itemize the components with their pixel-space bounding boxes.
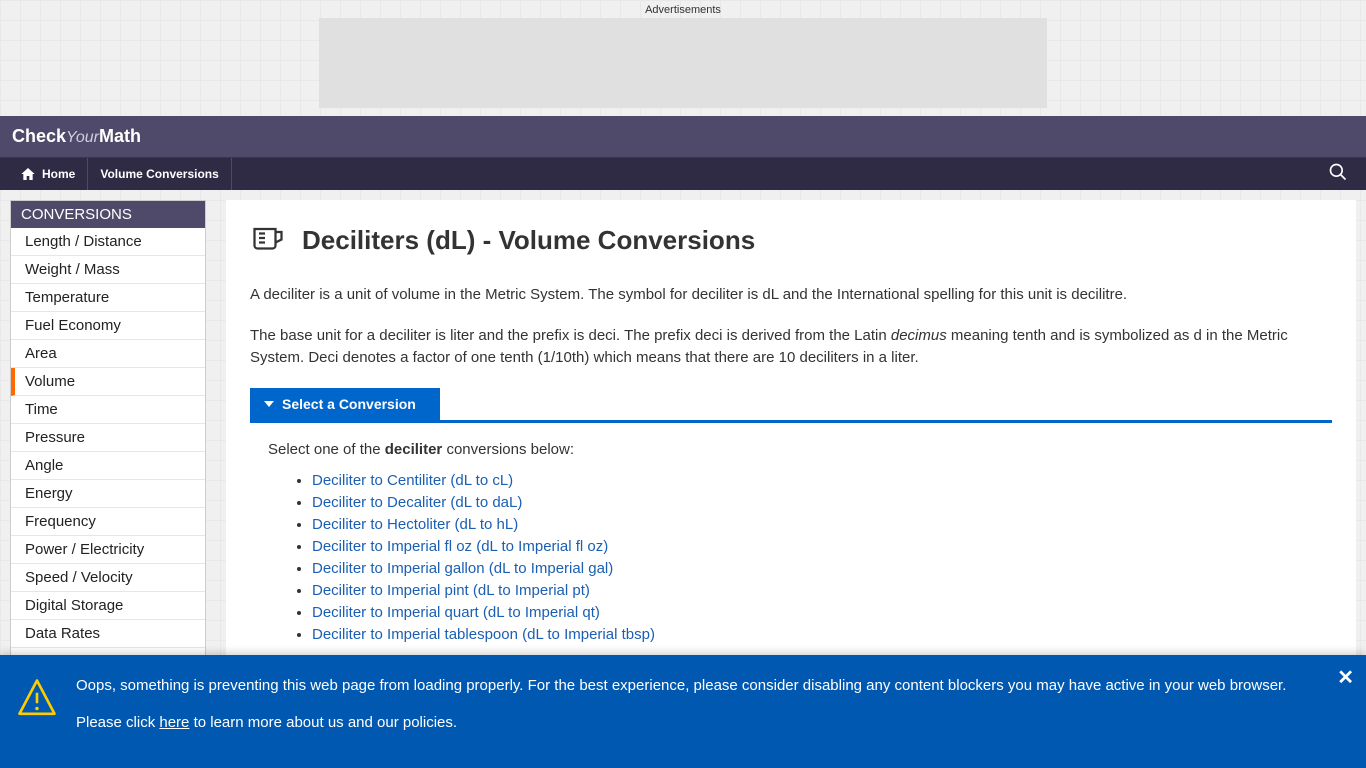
home-icon xyxy=(20,166,36,182)
logo-math: Math xyxy=(99,126,141,146)
select-instruction: Select one of the deciliter conversions … xyxy=(268,441,1332,458)
sidebar-item-power-electricity[interactable]: Power / Electricity xyxy=(11,536,205,564)
sidebar-item-pressure[interactable]: Pressure xyxy=(11,424,205,452)
sidebar-item-angle[interactable]: Angle xyxy=(11,452,205,480)
nav-home-label: Home xyxy=(42,167,75,181)
warning-icon xyxy=(16,677,58,727)
notice-here-link[interactable]: here xyxy=(159,714,189,731)
sidebar-item-time[interactable]: Time xyxy=(11,396,205,424)
intro-paragraph-2: The base unit for a deciliter is liter a… xyxy=(250,325,1332,370)
page-title: Deciliters (dL) - Volume Conversions xyxy=(302,225,755,256)
nav-breadcrumb-label: Volume Conversions xyxy=(100,167,218,181)
select-b: deciliter xyxy=(385,441,443,458)
search-icon xyxy=(1328,162,1348,182)
notice-line-2: Please click here to learn more about us… xyxy=(76,712,1286,735)
select-a: Select one of the xyxy=(268,441,385,458)
list-item: Deciliter to Decaliter (dL to daL) xyxy=(312,494,1332,511)
ad-placeholder xyxy=(319,18,1047,108)
sidebar-header: CONVERSIONS xyxy=(11,201,205,228)
sidebar-item-temperature[interactable]: Temperature xyxy=(11,284,205,312)
conversion-list: Deciliter to Centiliter (dL to cL) Decili… xyxy=(312,472,1332,643)
search-button[interactable] xyxy=(1318,162,1358,186)
sidebar: CONVERSIONS Length / DistanceWeight / Ma… xyxy=(10,200,206,677)
conversion-link[interactable]: Deciliter to Imperial fl oz (dL to Imper… xyxy=(312,538,608,555)
conversion-bar: Select a Conversion xyxy=(250,388,1332,423)
list-item: Deciliter to Imperial pint (dL to Imperi… xyxy=(312,582,1332,599)
conversion-link[interactable]: Deciliter to Centiliter (dL to cL) xyxy=(312,472,513,489)
chevron-down-icon xyxy=(264,401,274,407)
logo-your: Your xyxy=(66,129,99,146)
sidebar-item-frequency[interactable]: Frequency xyxy=(11,508,205,536)
list-item: Deciliter to Imperial quart (dL to Imper… xyxy=(312,604,1332,621)
site-logo[interactable]: CheckYourMath xyxy=(12,126,141,146)
sidebar-item-weight-mass[interactable]: Weight / Mass xyxy=(11,256,205,284)
measuring-cup-icon xyxy=(250,220,286,260)
notice-2a: Please click xyxy=(76,714,159,731)
conversion-link[interactable]: Deciliter to Hectoliter (dL to hL) xyxy=(312,516,518,533)
nav-breadcrumb[interactable]: Volume Conversions xyxy=(88,158,231,190)
close-icon[interactable]: ✕ xyxy=(1337,663,1354,693)
site-header: CheckYourMath xyxy=(0,116,1366,158)
select-conversion-tab[interactable]: Select a Conversion xyxy=(250,388,440,420)
sidebar-item-speed-velocity[interactable]: Speed / Velocity xyxy=(11,564,205,592)
intro-paragraph-1: A deciliter is a unit of volume in the M… xyxy=(250,284,1332,307)
sidebar-item-energy[interactable]: Energy xyxy=(11,480,205,508)
conversion-link[interactable]: Deciliter to Imperial tablespoon (dL to … xyxy=(312,626,655,643)
para2-a: The base unit for a deciliter is liter a… xyxy=(250,327,891,344)
sidebar-item-volume[interactable]: Volume xyxy=(11,368,205,396)
list-item: Deciliter to Centiliter (dL to cL) xyxy=(312,472,1332,489)
conversion-link[interactable]: Deciliter to Decaliter (dL to daL) xyxy=(312,494,522,511)
select-c: conversions below: xyxy=(442,441,574,458)
notice-text: Oops, something is preventing this web p… xyxy=(76,675,1286,748)
para2-italic: decimus xyxy=(891,327,947,344)
nav-bar: Home Volume Conversions xyxy=(0,158,1366,190)
notice-line-1: Oops, something is preventing this web p… xyxy=(76,675,1286,698)
ad-container: Advertisements xyxy=(0,0,1366,108)
list-item: Deciliter to Hectoliter (dL to hL) xyxy=(312,516,1332,533)
list-item: Deciliter to Imperial fl oz (dL to Imper… xyxy=(312,538,1332,555)
logo-check: Check xyxy=(12,126,66,146)
nav-home[interactable]: Home xyxy=(8,158,88,190)
list-item: Deciliter to Imperial tablespoon (dL to … xyxy=(312,626,1332,643)
conversion-link[interactable]: Deciliter to Imperial pint (dL to Imperi… xyxy=(312,582,590,599)
list-item: Deciliter to Imperial gallon (dL to Impe… xyxy=(312,560,1332,577)
sidebar-item-data-rates[interactable]: Data Rates xyxy=(11,620,205,648)
sidebar-item-digital-storage[interactable]: Digital Storage xyxy=(11,592,205,620)
select-conversion-label: Select a Conversion xyxy=(282,396,416,412)
sidebar-item-area[interactable]: Area xyxy=(11,340,205,368)
sidebar-item-length-distance[interactable]: Length / Distance xyxy=(11,228,205,256)
sidebar-item-fuel-economy[interactable]: Fuel Economy xyxy=(11,312,205,340)
notice-bar: Oops, something is preventing this web p… xyxy=(0,655,1366,768)
conversion-link[interactable]: Deciliter to Imperial quart (dL to Imper… xyxy=(312,604,600,621)
notice-2b: to learn more about us and our policies. xyxy=(189,714,457,731)
ad-label: Advertisements xyxy=(0,4,1366,16)
conversion-link[interactable]: Deciliter to Imperial gallon (dL to Impe… xyxy=(312,560,613,577)
